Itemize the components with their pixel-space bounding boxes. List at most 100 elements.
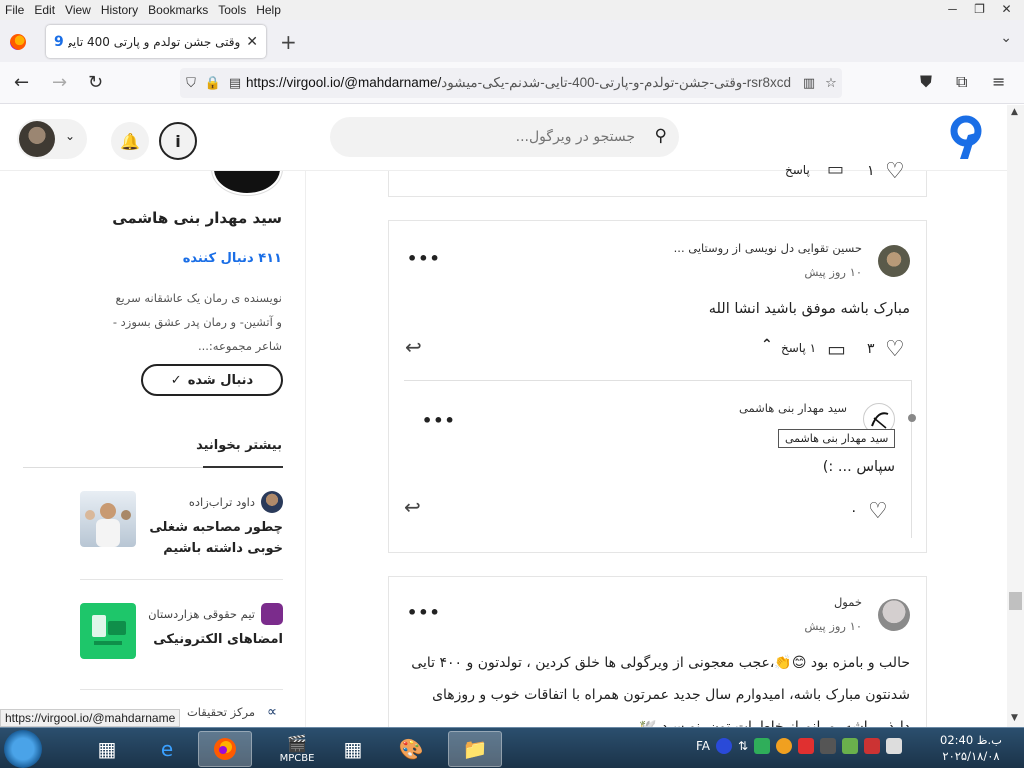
- firefox-icon[interactable]: [10, 34, 26, 50]
- menu-view[interactable]: View: [60, 3, 96, 17]
- avatar[interactable]: [878, 245, 910, 277]
- post-thumbnail[interactable]: [80, 603, 136, 659]
- tray-app-icon[interactable]: [754, 738, 771, 754]
- file-explorer-icon[interactable]: 📁: [448, 731, 502, 767]
- pocket-icon[interactable]: ⛊: [920, 72, 932, 92]
- heart-icon[interactable]: ♡: [885, 159, 905, 184]
- more-options-icon[interactable]: •••: [422, 411, 456, 430]
- clock[interactable]: ب.ظ 02:40 ۲۰۲۵/۱۸/۰۸: [936, 732, 1006, 764]
- document-app-icon[interactable]: ▦: [326, 731, 380, 767]
- heart-icon[interactable]: ♡: [868, 499, 888, 524]
- search-box: ⚲: [330, 117, 679, 157]
- paint-palette-icon[interactable]: 🎨: [384, 731, 438, 767]
- recommended-post[interactable]: تیم حقوقی هزاردستان امضاهای الکترونیکی: [80, 603, 283, 663]
- menu-tools[interactable]: Tools: [213, 3, 251, 17]
- author-name[interactable]: سید مهدار بنی هاشمی: [112, 209, 282, 227]
- tab-strip: 9 وقتی جشن تولدم و پارتی 400 تایی ✕ + ⌄: [0, 20, 1024, 62]
- document-app-icon[interactable]: ▦: [80, 731, 134, 767]
- tray-app-icon[interactable]: [798, 738, 815, 754]
- restore-icon[interactable]: ❐: [966, 0, 993, 18]
- forward-arrow-icon[interactable]: →: [52, 72, 67, 93]
- replies-label[interactable]: پاسخ: [785, 163, 810, 177]
- comment-bubble-icon[interactable]: ▭: [827, 159, 844, 180]
- menu-file[interactable]: File: [0, 3, 29, 17]
- post-author[interactable]: داود تراب‌زاده: [189, 491, 283, 513]
- firefox-taskbar-icon[interactable]: [198, 731, 252, 767]
- menu-bar: File Edit View History Bookmarks Tools H…: [0, 0, 1024, 20]
- scroll-thumb[interactable]: [1009, 592, 1022, 610]
- url-bar[interactable]: ⛉ 🔒 ▤ https://virgool.io/@mahdarname/وقت…: [180, 68, 842, 98]
- avatar: [261, 491, 283, 513]
- tray-app-icon[interactable]: [776, 738, 793, 754]
- author-avatar[interactable]: [212, 171, 282, 195]
- scroll-down-icon[interactable]: ▼: [1011, 713, 1018, 723]
- research-center-logo-icon: ∝: [261, 701, 283, 723]
- speaker-icon[interactable]: [886, 738, 903, 754]
- notifications-bell-icon[interactable]: 🔔: [111, 122, 149, 160]
- site-header: ⌄ 🔔 i ⚲: [0, 105, 1008, 171]
- hezardastan-logo-icon: [261, 603, 283, 625]
- user-menu[interactable]: ⌄: [17, 119, 87, 159]
- minimize-icon[interactable]: ─: [939, 0, 966, 18]
- reader-view-icon[interactable]: ▥: [798, 76, 820, 91]
- lock-icon[interactable]: 🔒: [202, 76, 224, 91]
- info-icon[interactable]: i: [159, 122, 197, 160]
- clock-date: ۲۰۲۵/۱۸/۰۸: [942, 749, 1000, 763]
- post-title[interactable]: چطور مصاحبه شغلی خوبی داشته باشیم: [143, 517, 283, 559]
- tracking-shield-icon[interactable]: ⛉: [180, 76, 202, 91]
- scroll-up-icon[interactable]: ▲: [1011, 107, 1018, 117]
- virgool-logo-icon[interactable]: [946, 115, 986, 161]
- menu-edit[interactable]: Edit: [29, 3, 60, 17]
- like-count: ۱: [867, 163, 875, 179]
- menu-help[interactable]: Help: [251, 3, 286, 17]
- chevron-up-icon[interactable]: ⌃: [761, 337, 773, 353]
- window-controls: ─ ❐ ✕: [939, 0, 1020, 18]
- menu-bookmarks[interactable]: Bookmarks: [143, 3, 213, 17]
- reply-author[interactable]: سید مهدار بنی هاشمی: [739, 401, 847, 415]
- divider: [80, 579, 283, 580]
- bookmark-star-icon[interactable]: ☆: [820, 76, 842, 91]
- tray-app-icon[interactable]: [820, 738, 837, 754]
- post-author[interactable]: تیم حقوقی هزاردستان: [148, 603, 283, 625]
- new-tab-icon[interactable]: +: [280, 30, 297, 54]
- tab-close-icon[interactable]: ✕: [246, 34, 258, 50]
- post-title[interactable]: امضاهای الکترونیکی: [143, 629, 283, 650]
- more-options-icon[interactable]: •••: [407, 603, 441, 622]
- url-text[interactable]: https://virgool.io/@mahdarname/وقتی-جشن-…: [246, 75, 798, 91]
- list-tabs-chevron-icon[interactable]: ⌄: [1000, 30, 1012, 46]
- reply-arrow-icon[interactable]: ↩: [405, 335, 422, 359]
- search-input[interactable]: [330, 117, 679, 157]
- mpcbe-app[interactable]: 🎬 MPCBE: [270, 731, 324, 767]
- back-arrow-icon[interactable]: ←: [14, 72, 29, 93]
- help-icon[interactable]: [716, 738, 733, 754]
- heart-icon[interactable]: ♡: [885, 337, 905, 362]
- post-thumbnail[interactable]: [80, 491, 136, 547]
- flag-icon[interactable]: [864, 738, 881, 754]
- page-scrollbar[interactable]: ▲ ▼: [1007, 105, 1024, 727]
- followers-count[interactable]: ۴۱۱ دنبال کننده: [183, 251, 282, 266]
- comment-bubble-icon[interactable]: ▭: [827, 337, 846, 361]
- menu-history[interactable]: History: [96, 3, 143, 17]
- replies-count[interactable]: ۱ پاسخ: [781, 341, 816, 355]
- reload-icon[interactable]: ↻: [88, 72, 103, 93]
- search-icon[interactable]: ⚲: [655, 126, 667, 146]
- close-icon[interactable]: ✕: [993, 0, 1020, 18]
- post-author[interactable]: ∝ مرکز تحقیقات: [187, 701, 283, 723]
- avatar[interactable]: [878, 599, 910, 631]
- more-options-icon[interactable]: •••: [407, 249, 441, 268]
- reply-arrow-icon[interactable]: ↩: [404, 495, 421, 519]
- recommended-post[interactable]: داود تراب‌زاده چطور مصاحبه شغلی خوبی داش…: [80, 491, 283, 556]
- language-indicator[interactable]: FA: [696, 739, 710, 753]
- internet-explorer-icon[interactable]: e: [140, 731, 194, 767]
- hamburger-menu-icon[interactable]: ≡: [992, 72, 1005, 91]
- page-info-icon[interactable]: ▤: [224, 76, 246, 91]
- active-tab[interactable]: 9 وقتی جشن تولدم و پارتی 400 تایی ✕: [46, 25, 266, 58]
- link-status-url: https://virgool.io/@mahdarname: [0, 709, 181, 727]
- following-button[interactable]: دنبال شده ✓: [141, 364, 283, 396]
- extensions-icon[interactable]: ⧉: [956, 72, 967, 92]
- comment-author[interactable]: خمول: [834, 595, 862, 609]
- network-icon[interactable]: ⇅: [738, 739, 748, 753]
- start-button-icon[interactable]: [4, 730, 42, 768]
- comment-author[interactable]: حسین تقوایی دل نویسی از روستایی ...: [674, 241, 862, 255]
- nvidia-icon[interactable]: [842, 738, 859, 754]
